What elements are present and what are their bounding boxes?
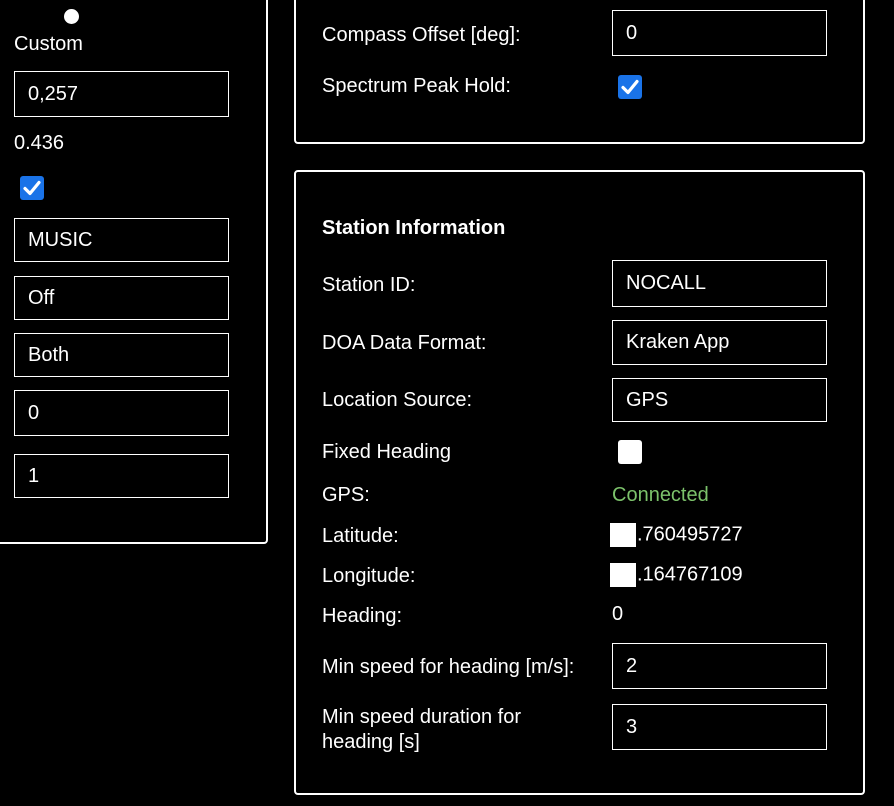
algorithm-select[interactable]: MUSIC bbox=[14, 218, 229, 262]
min-speed-duration-label-line1: Min speed duration for bbox=[322, 706, 522, 728]
custom-radio-label: Custom bbox=[14, 33, 83, 55]
station-id-label: Station ID: bbox=[322, 274, 416, 296]
left-checkbox[interactable] bbox=[20, 176, 44, 200]
location-source-select[interactable]: GPS bbox=[612, 378, 827, 422]
checkmark-icon bbox=[23, 180, 41, 196]
location-source-label: Location Source: bbox=[322, 389, 473, 411]
compass-offset-label: Compass Offset [deg]: bbox=[322, 24, 521, 46]
redaction-block bbox=[610, 523, 636, 547]
min-speed-duration-input[interactable] bbox=[612, 704, 827, 750]
min-speed-input[interactable] bbox=[612, 643, 827, 689]
longitude-value-text: .164767109 bbox=[637, 563, 743, 586]
custom-value-input[interactable] bbox=[14, 71, 229, 117]
mode-select[interactable]: Off bbox=[14, 276, 229, 320]
station-information-title: Station Information bbox=[322, 217, 506, 239]
gps-status-text: Connected bbox=[612, 484, 709, 506]
longitude-label: Longitude: bbox=[322, 565, 416, 587]
doa-data-format-value: Kraken App bbox=[626, 331, 730, 353]
sides-select[interactable]: Both bbox=[14, 333, 229, 377]
gps-label: GPS: bbox=[322, 484, 370, 506]
latitude-value-text: .760495727 bbox=[637, 523, 743, 546]
min-speed-duration-label-line2: heading [s] bbox=[322, 731, 420, 753]
spectrum-peak-hold-label: Spectrum Peak Hold: bbox=[322, 75, 511, 97]
latitude-value: .760495727 bbox=[610, 523, 743, 547]
fixed-heading-label: Fixed Heading bbox=[322, 441, 451, 463]
sides-select-value: Both bbox=[28, 343, 70, 366]
fixed-heading-checkbox[interactable] bbox=[618, 440, 642, 464]
field-b-input[interactable] bbox=[14, 454, 229, 498]
custom-radio-button[interactable] bbox=[64, 9, 79, 24]
spectrum-peak-hold-checkbox[interactable] bbox=[618, 75, 642, 99]
heading-label: Heading: bbox=[322, 605, 403, 627]
location-source-value: GPS bbox=[626, 388, 669, 411]
mode-select-value: Off bbox=[28, 286, 55, 309]
compass-offset-input[interactable] bbox=[612, 10, 827, 56]
station-id-input[interactable] bbox=[612, 260, 827, 307]
doa-data-format-label: DOA Data Format: bbox=[322, 332, 487, 354]
redaction-block bbox=[610, 563, 636, 587]
longitude-value: .164767109 bbox=[610, 563, 743, 587]
heading-value: 0 bbox=[612, 603, 624, 625]
latitude-label: Latitude: bbox=[322, 525, 399, 547]
min-speed-label: Min speed for heading [m/s]: bbox=[322, 656, 575, 678]
field-a-input[interactable] bbox=[14, 390, 229, 436]
algorithm-select-value: MUSIC bbox=[28, 228, 93, 251]
checkmark-icon bbox=[621, 79, 639, 95]
doa-data-format-select[interactable]: Kraken App bbox=[612, 320, 827, 365]
min-speed-duration-label: Min speed duration for heading [s] bbox=[322, 705, 521, 755]
computed-value-text: 0.436 bbox=[14, 132, 65, 154]
